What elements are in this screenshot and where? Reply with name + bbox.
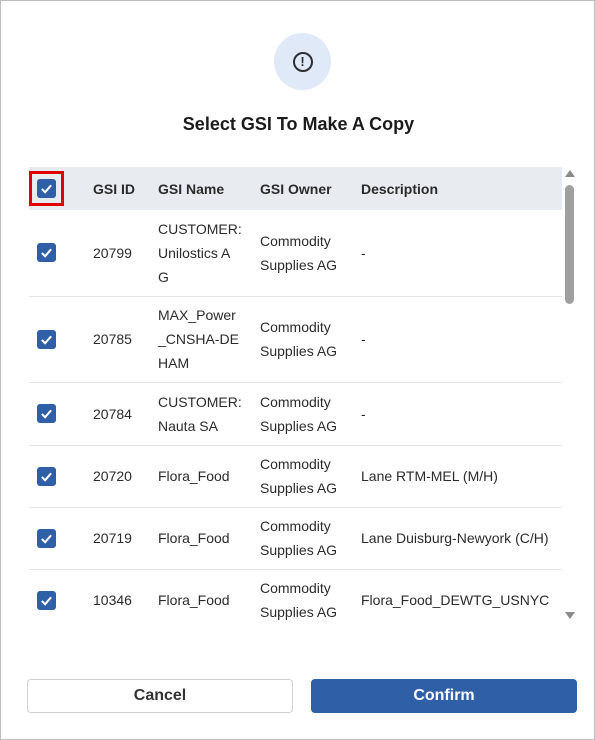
cell-description: Lane Duisburg-Newyork (C/H) bbox=[361, 507, 562, 570]
scroll-down-arrow-icon[interactable] bbox=[565, 612, 575, 619]
cell-gsi-owner: Commodity Supplies AG bbox=[260, 210, 361, 297]
cell-gsi-name-line: CUSTOMER: bbox=[158, 220, 242, 237]
table-header-row: GSI ID GSI Name GSI Owner Description bbox=[29, 167, 562, 210]
cell-gsi-name-line: G bbox=[158, 268, 169, 285]
cell-gsi-name-line: Unilostics A bbox=[158, 244, 231, 261]
row-checkbox[interactable] bbox=[37, 404, 56, 423]
cell-gsi-owner-line: Commodity bbox=[260, 393, 331, 410]
table-row[interactable]: 20785 MAX_Power _CNSHA-DE HAM Commodity Suppl… bbox=[29, 296, 562, 383]
cell-gsi-name-line: MAX_Power bbox=[158, 307, 236, 323]
cell-gsi-id: 20784 bbox=[93, 382, 158, 446]
cell-gsi-owner-line: Commodity bbox=[260, 456, 331, 472]
cell-gsi-id: 20799 bbox=[93, 210, 158, 297]
table-row[interactable]: 20719 Flora_Food Commodity Supplies AG Lane … bbox=[29, 507, 562, 570]
row-checkbox[interactable] bbox=[37, 243, 56, 263]
cancel-button[interactable]: Cancel bbox=[27, 679, 293, 713]
check-icon bbox=[41, 184, 52, 194]
cell-description: - bbox=[361, 296, 562, 383]
cell-gsi-owner-line: Commodity bbox=[260, 319, 331, 335]
header-description[interactable]: Description bbox=[361, 167, 562, 210]
alert-circle-icon: ! bbox=[292, 51, 313, 72]
cell-gsi-name: Flora_Food bbox=[158, 569, 260, 622]
scrollbar-thumb[interactable] bbox=[565, 185, 574, 304]
cell-gsi-owner: Commodity Supplies AG bbox=[260, 569, 361, 622]
cell-gsi-name-line: Nauta SA bbox=[158, 417, 218, 434]
table-row[interactable]: 20784 CUSTOMER: Nauta SA Commodity Supplies … bbox=[29, 382, 562, 446]
cell-description: - bbox=[361, 210, 562, 297]
cell-gsi-owner-line: Supplies AG bbox=[260, 417, 338, 434]
scroll-up-arrow-icon[interactable] bbox=[565, 170, 575, 177]
cell-gsi-owner: Commodity Supplies AG bbox=[260, 507, 361, 570]
cell-description: - bbox=[361, 382, 562, 446]
copy-gsi-dialog: ! Select GSI To Make A Copy GSI ID GSI N… bbox=[0, 0, 595, 740]
gsi-table: GSI ID GSI Name GSI Owner Description 20… bbox=[29, 167, 562, 622]
check-icon bbox=[41, 534, 52, 544]
check-icon bbox=[41, 248, 52, 258]
cell-gsi-owner: Commodity Supplies AG bbox=[260, 445, 361, 508]
cell-gsi-name-line: _CNSHA-DE bbox=[158, 331, 239, 347]
select-all-highlight bbox=[29, 171, 64, 206]
gsi-table-container: GSI ID GSI Name GSI Owner Description 20… bbox=[29, 167, 562, 622]
cell-gsi-owner-line: Supplies AG bbox=[260, 542, 338, 558]
cell-gsi-name: Flora_Food bbox=[158, 507, 260, 570]
table-body: 20799 CUSTOMER: Unilostics A G Commodity Supp… bbox=[29, 210, 562, 622]
cell-description: Flora_Food_DEWTG_USNYC bbox=[361, 569, 562, 622]
cell-gsi-owner: Commodity Supplies AG bbox=[260, 296, 361, 383]
select-all-checkbox[interactable] bbox=[37, 179, 56, 198]
cell-gsi-name: Flora_Food bbox=[158, 445, 260, 508]
cell-gsi-owner-line: Supplies AG bbox=[260, 256, 338, 273]
cell-gsi-id: 20785 bbox=[93, 296, 158, 383]
cell-gsi-owner: Commodity Supplies AG bbox=[260, 382, 361, 446]
cell-gsi-name: MAX_Power _CNSHA-DE HAM bbox=[158, 296, 260, 383]
cell-gsi-name-line: CUSTOMER: bbox=[158, 393, 242, 410]
confirm-button[interactable]: Confirm bbox=[311, 679, 577, 713]
cell-gsi-id: 10346 bbox=[93, 569, 158, 622]
row-checkbox[interactable] bbox=[37, 528, 56, 548]
cell-gsi-owner-line: Commodity bbox=[260, 232, 331, 249]
row-checkbox[interactable] bbox=[37, 590, 56, 610]
table-row[interactable]: 20720 Flora_Food Commodity Supplies AG Lane … bbox=[29, 445, 562, 508]
cell-gsi-name-line: Flora_Food bbox=[158, 468, 230, 484]
dialog-title: Select GSI To Make A Copy bbox=[182, 114, 415, 134]
cell-gsi-owner-line: Supplies AG bbox=[260, 480, 338, 496]
alert-icon-badge: ! bbox=[274, 33, 331, 90]
check-icon bbox=[41, 409, 52, 419]
cell-gsi-name-line: HAM bbox=[158, 355, 190, 371]
cell-gsi-owner-line: Commodity bbox=[260, 580, 331, 596]
cell-gsi-owner-line: Supplies AG bbox=[260, 604, 338, 620]
check-icon bbox=[41, 472, 52, 482]
cell-gsi-owner-line: Commodity bbox=[260, 518, 331, 534]
cell-gsi-name-line: Flora_Food bbox=[158, 530, 230, 546]
header-gsi-name[interactable]: GSI Name bbox=[158, 167, 260, 210]
header-gsi-owner[interactable]: GSI Owner bbox=[260, 167, 361, 210]
check-icon bbox=[41, 596, 52, 606]
check-icon bbox=[41, 335, 52, 345]
table-row[interactable]: 10346 Flora_Food Commodity Supplies AG Flora… bbox=[29, 569, 562, 622]
cell-gsi-name: CUSTOMER: Unilostics A G bbox=[158, 210, 260, 297]
header-gsi-id[interactable]: GSI ID bbox=[93, 167, 158, 210]
table-scrollbar[interactable] bbox=[564, 167, 576, 622]
cell-gsi-name: CUSTOMER: Nauta SA bbox=[158, 382, 260, 446]
cell-gsi-name-line: Flora_Food bbox=[158, 592, 230, 608]
row-checkbox[interactable] bbox=[37, 329, 56, 349]
cell-gsi-owner-line: Supplies AG bbox=[260, 343, 338, 359]
cell-description: Lane RTM-MEL (M/H) bbox=[361, 445, 562, 508]
cell-gsi-id: 20719 bbox=[93, 507, 158, 570]
cell-gsi-id: 20720 bbox=[93, 445, 158, 508]
table-row[interactable]: 20799 CUSTOMER: Unilostics A G Commodity Supp… bbox=[29, 210, 562, 297]
row-checkbox[interactable] bbox=[37, 466, 56, 486]
